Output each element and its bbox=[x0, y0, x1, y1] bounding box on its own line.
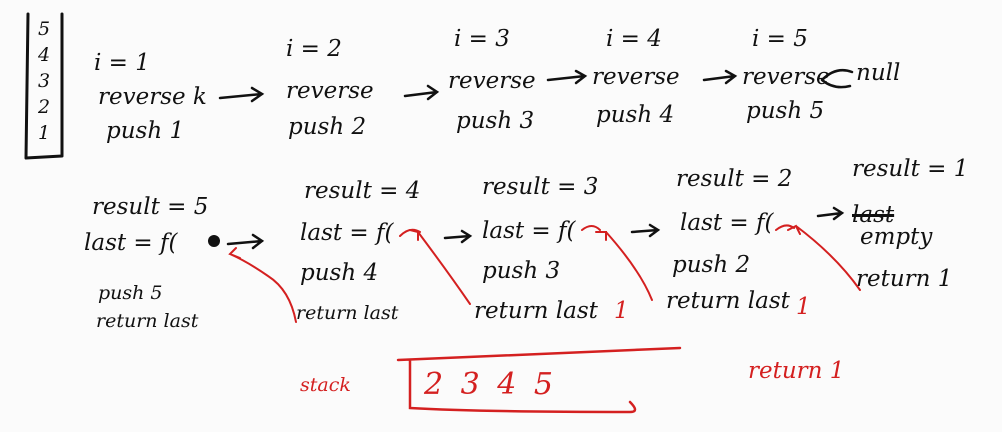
bottom-step-result: result = 2 bbox=[676, 166, 793, 192]
bottom-step-push: push 3 bbox=[482, 258, 561, 284]
bottom-step-last: last = f( bbox=[482, 218, 576, 244]
red-one-mark: 1 bbox=[614, 298, 629, 324]
stack-sketch-item: 2 bbox=[38, 96, 51, 118]
top-step-push: push 4 bbox=[596, 102, 675, 128]
stack-sketch-item: 3 bbox=[38, 70, 51, 92]
top-step-i: i = 5 bbox=[752, 26, 808, 52]
bottom-step-push: push 2 bbox=[672, 252, 751, 278]
bottom-step-return: return 1 bbox=[856, 266, 953, 292]
bottom-step-result: result = 4 bbox=[304, 178, 421, 204]
bottom-step-return: return last bbox=[296, 302, 399, 324]
bottom-step-push: push 4 bbox=[300, 260, 379, 286]
stack-label: stack bbox=[300, 374, 351, 396]
top-step-i: i = 1 bbox=[94, 50, 150, 76]
top-step-action: reverse k bbox=[98, 84, 207, 110]
top-step-push: push 3 bbox=[456, 108, 535, 134]
stack-sketch-item: 4 bbox=[38, 44, 51, 66]
top-step-action: reverse bbox=[592, 64, 680, 90]
top-step-i: i = 4 bbox=[606, 26, 662, 52]
red-return-one: return 1 bbox=[748, 358, 845, 384]
stack-values: 2 3 4 5 bbox=[424, 367, 557, 402]
bottom-step-empty: empty bbox=[860, 224, 933, 250]
top-step-i: i = 3 bbox=[454, 26, 510, 52]
top-step-push: push 2 bbox=[288, 114, 367, 140]
bottom-step-return: return last bbox=[666, 288, 790, 314]
stack-sketch-item: 5 bbox=[38, 18, 51, 40]
top-step-push: push 1 bbox=[106, 118, 185, 144]
top-step-action: reverse bbox=[286, 78, 374, 104]
bottom-step-last: last = f( bbox=[680, 210, 774, 236]
bottom-step-result: result = 1 bbox=[852, 156, 969, 182]
stack-sketch-item: 1 bbox=[38, 122, 51, 144]
bottom-step-result: result = 3 bbox=[482, 174, 599, 200]
whiteboard-canvas: 5 4 3 2 1 i = 1 reverse k push 1 i = 2 r… bbox=[0, 0, 1002, 432]
top-step-action: reverse bbox=[448, 68, 536, 94]
red-one-mark: 1 bbox=[796, 294, 811, 320]
top-step-i: i = 2 bbox=[286, 36, 342, 62]
bottom-step-return: return last bbox=[96, 310, 199, 332]
bottom-step-push: push 5 bbox=[98, 282, 163, 304]
bottom-step-last: last = f( bbox=[300, 220, 394, 246]
bottom-step-last: last = f( bbox=[84, 230, 178, 256]
top-step-push: push 5 bbox=[746, 98, 825, 124]
top-step-action: reverse bbox=[742, 64, 830, 90]
bottom-step-result: result = 5 bbox=[92, 194, 209, 220]
bottom-step-return: return last bbox=[474, 298, 598, 324]
top-null: null bbox=[856, 60, 901, 86]
